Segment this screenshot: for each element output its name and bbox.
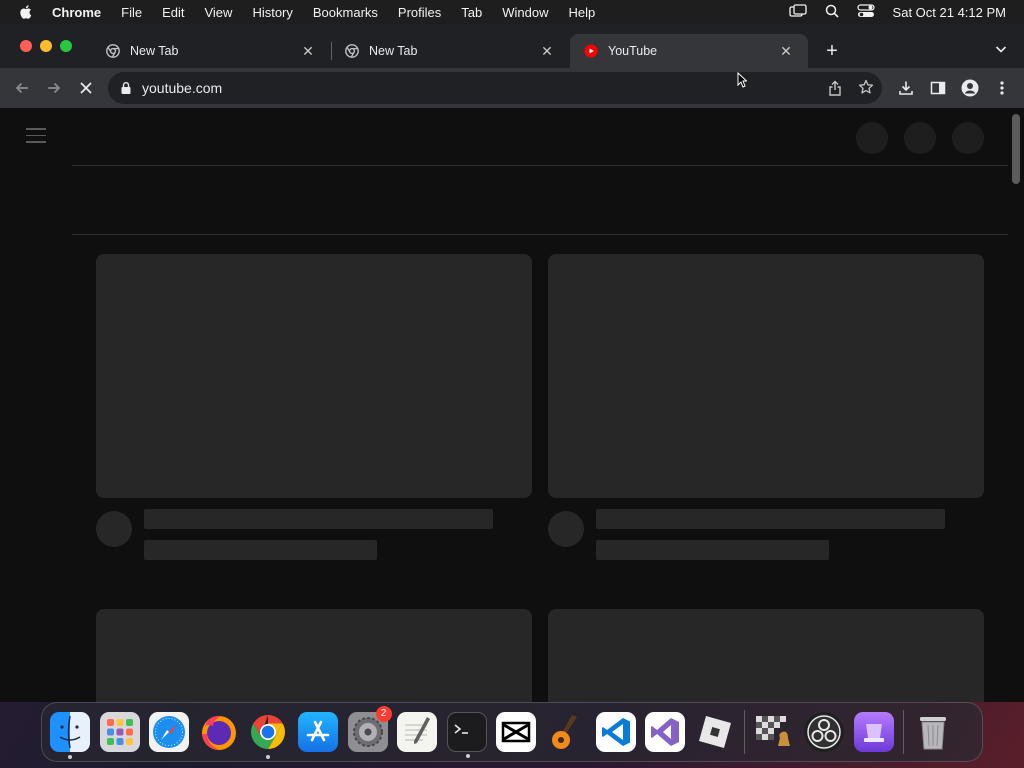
capcut-icon[interactable] <box>496 712 537 752</box>
settings-icon[interactable]: 2 <box>347 706 392 752</box>
youtube-icon <box>584 44 598 58</box>
new-tab-button[interactable]: + <box>822 41 842 61</box>
roblox-icon[interactable] <box>695 712 735 752</box>
menu-history[interactable]: History <box>252 5 292 20</box>
page-scrollbar[interactable] <box>1012 114 1020 184</box>
menu-edit[interactable]: Edit <box>162 5 184 20</box>
trash-icon[interactable] <box>913 712 953 752</box>
dock-separator <box>744 710 746 754</box>
control-center-icon[interactable] <box>856 3 875 21</box>
tab-youtube[interactable]: YouTube ✕ <box>570 34 808 68</box>
chess-icon[interactable] <box>754 712 794 752</box>
apple-icon[interactable] <box>18 4 36 20</box>
textedit-icon[interactable] <box>397 712 438 752</box>
chips-divider <box>72 234 1008 235</box>
safari-icon[interactable] <box>149 712 190 752</box>
close-tab-icon[interactable]: ✕ <box>778 43 794 59</box>
tab-new-tab-2[interactable]: New Tab ✕ <box>331 34 569 68</box>
menu-tab[interactable]: Tab <box>461 5 482 20</box>
video-thumbnail-placeholder <box>548 609 984 702</box>
url-text: youtube.com <box>142 80 223 96</box>
tab-title: YouTube <box>608 44 658 58</box>
menu-view[interactable]: View <box>204 5 232 20</box>
terminal-icon[interactable] <box>446 712 487 758</box>
purple-app-icon[interactable] <box>853 712 894 752</box>
lock-icon[interactable] <box>120 81 132 95</box>
menu-profiles[interactable]: Profiles <box>398 5 441 20</box>
tab-title: New Tab <box>369 44 418 58</box>
address-bar[interactable]: youtube.com <box>108 72 882 104</box>
dock: 2 <box>41 702 983 762</box>
finder-icon[interactable] <box>50 712 90 759</box>
menu-bookmarks[interactable]: Bookmarks <box>313 5 378 20</box>
video-thumbnail-placeholder <box>96 254 532 498</box>
video-meta-placeholder <box>144 540 377 560</box>
back-button[interactable] <box>12 78 32 98</box>
tab-title: New Tab <box>130 44 179 58</box>
stop-loading-button[interactable] <box>76 78 96 98</box>
side-panel-icon[interactable] <box>928 78 948 98</box>
channel-avatar-placeholder <box>96 511 132 547</box>
more-menu-icon[interactable] <box>992 78 1012 98</box>
browser-toolbar: youtube.com <box>0 68 1024 108</box>
chrome-icon <box>345 44 359 58</box>
forward-button[interactable] <box>44 78 64 98</box>
mouse-cursor-icon <box>737 71 748 93</box>
minimize-window-button[interactable] <box>40 40 52 52</box>
bookmark-star-icon[interactable] <box>858 79 874 100</box>
menu-clock[interactable]: Sat Oct 21 4:12 PM <box>893 5 1006 20</box>
header-placeholder-circle <box>856 122 888 154</box>
share-icon[interactable] <box>828 80 842 101</box>
close-tab-icon[interactable]: ✕ <box>539 43 555 59</box>
video-meta-placeholder <box>596 540 829 560</box>
running-indicator <box>266 755 271 759</box>
header-divider <box>72 165 1008 166</box>
notification-badge: 2 <box>375 706 392 722</box>
video-title-placeholder <box>144 509 493 529</box>
header-placeholder-circle <box>904 122 936 154</box>
menu-window[interactable]: Window <box>502 5 548 20</box>
running-indicator <box>68 755 72 759</box>
video-thumbnail-placeholder <box>548 254 984 498</box>
youtube-page <box>0 108 1024 702</box>
chrome-window: New Tab ✕ New Tab ✕ YouTube ✕ + youtube.… <box>0 24 1024 702</box>
window-controls <box>20 40 72 52</box>
garageband-icon[interactable] <box>546 712 586 752</box>
menu-file[interactable]: File <box>121 5 142 20</box>
screen-mirroring-icon[interactable] <box>788 3 807 21</box>
vscode-icon[interactable] <box>595 712 636 752</box>
running-indicator <box>465 754 470 758</box>
tab-strip: New Tab ✕ New Tab ✕ YouTube ✕ + <box>0 24 1024 68</box>
menu-help[interactable]: Help <box>569 5 596 20</box>
video-thumbnail-placeholder <box>96 609 532 702</box>
menu-bar: Chrome File Edit View History Bookmarks … <box>0 0 1024 24</box>
launchpad-icon[interactable] <box>99 712 140 752</box>
video-title-placeholder <box>596 509 945 529</box>
chrome-icon <box>106 44 120 58</box>
tab-search-chevron-icon[interactable] <box>994 42 1010 58</box>
firefox-icon[interactable] <box>199 712 239 752</box>
header-placeholder-circle <box>952 122 984 154</box>
obs-icon[interactable] <box>803 712 844 752</box>
hamburger-menu-icon[interactable] <box>26 128 46 148</box>
download-icon[interactable] <box>896 78 916 98</box>
profile-icon[interactable] <box>960 78 980 98</box>
spotlight-search-icon[interactable] <box>825 4 839 21</box>
channel-avatar-placeholder <box>548 511 584 547</box>
tab-new-tab-1[interactable]: New Tab ✕ <box>92 34 330 68</box>
app-store-icon[interactable] <box>297 712 338 752</box>
zoom-window-button[interactable] <box>60 40 72 52</box>
visual-studio-icon[interactable] <box>645 712 686 752</box>
chrome-icon[interactable] <box>248 712 288 759</box>
close-window-button[interactable] <box>20 40 32 52</box>
close-tab-icon[interactable]: ✕ <box>300 43 316 59</box>
dock-separator <box>903 710 905 754</box>
menu-app-name[interactable]: Chrome <box>52 5 101 20</box>
